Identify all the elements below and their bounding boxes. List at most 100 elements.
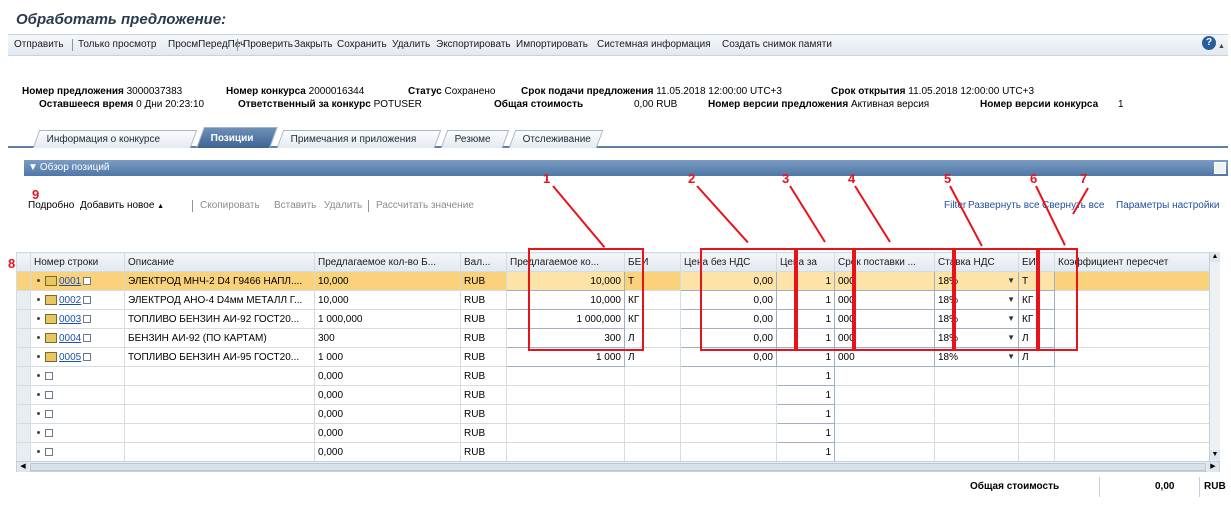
delivery-term-input[interactable] [834,385,935,405]
save-button[interactable]: Сохранить [337,35,387,55]
vat-rate-select[interactable] [934,442,1019,462]
uom-input[interactable] [1018,423,1055,443]
maximize-icon[interactable] [1214,162,1226,174]
paste-button[interactable]: Вставить [274,196,316,216]
offered-qty-input[interactable] [506,366,625,386]
row-selector[interactable] [16,309,31,329]
net-price-input[interactable] [680,404,777,424]
scroll-down-icon[interactable]: ▼ [1210,450,1220,460]
delivery-term-input[interactable] [834,442,935,462]
tab-summary[interactable]: Резюме [440,130,510,148]
row-number-cell[interactable]: 0004 [30,328,125,348]
delivery-term-input[interactable] [834,404,935,424]
export-button[interactable]: Экспортировать [436,35,511,55]
offered-qty-input[interactable] [506,385,625,405]
row-number-cell[interactable]: 0003 [30,309,125,329]
detail-icon[interactable] [45,428,53,437]
uom-input[interactable] [1018,442,1055,462]
detail-icon[interactable] [83,314,92,323]
row-selector[interactable] [16,385,31,405]
row-selector[interactable] [16,347,31,367]
net-price-input[interactable] [680,366,777,386]
view-only-button[interactable]: Только просмотр [78,35,156,55]
uom-input[interactable] [1018,385,1055,405]
row-number-cell[interactable]: 0002 [30,290,125,310]
vat-rate-select[interactable] [934,404,1019,424]
description-cell[interactable] [124,423,315,443]
row-selector[interactable] [16,423,31,443]
row-number-cell[interactable] [30,423,125,443]
row-number-cell[interactable] [30,442,125,462]
detail-icon[interactable] [83,295,92,304]
system-info-button[interactable]: Системная информация [597,35,711,55]
row-id-link[interactable]: 0002 [59,295,81,306]
row-number-cell[interactable] [30,385,125,405]
dropdown-arrow-icon[interactable]: ▼ [1007,352,1015,361]
chevron-down-icon[interactable]: ▲ [1218,43,1225,50]
price-unit-input[interactable]: 1 [776,423,835,443]
delivery-term-input[interactable] [834,366,935,386]
net-price-input[interactable] [680,423,777,443]
offered-qty-input[interactable] [506,423,625,443]
scroll-left-icon[interactable]: ◀ [17,462,29,472]
row-selector[interactable] [16,366,31,386]
delivery-term-input[interactable] [834,423,935,443]
column-header[interactable]: Описание [124,252,315,272]
import-button[interactable]: Импортировать [516,35,588,55]
vat-rate-select[interactable] [934,366,1019,386]
offered-qty-input[interactable] [506,442,625,462]
tab-tender-info[interactable]: Информация о конкурсе [32,130,198,148]
snapshot-button[interactable]: Создать снимок памяти [722,35,832,55]
column-header[interactable]: Вал... [460,252,507,272]
settings-link[interactable]: Параметры настройки [1116,196,1219,216]
table-row[interactable]: 0,000 RUB 1 [16,423,1210,443]
horizontal-scrollbar[interactable]: ◀ ▶ [16,461,1220,472]
description-cell[interactable] [124,366,315,386]
table-row[interactable]: 0,000 RUB 1 [16,366,1210,386]
vat-rate-select[interactable] [934,423,1019,443]
tab-items[interactable]: Позиции [196,127,278,148]
vertical-scrollbar[interactable]: ▲ ▼ [1209,252,1220,461]
check-button[interactable]: Проверить [243,35,293,55]
row-number-cell[interactable]: 0001 [30,271,125,291]
column-header[interactable]: Номер строки [30,252,125,272]
detail-icon[interactable] [45,409,53,418]
row-id-link[interactable]: 0004 [59,333,81,344]
vat-rate-select[interactable] [934,385,1019,405]
uom-input[interactable] [1018,404,1055,424]
detail-icon[interactable] [83,276,92,285]
delete-row-button[interactable]: Удалить [324,196,362,216]
price-unit-input[interactable]: 1 [776,385,835,405]
table-row[interactable]: 0,000 RUB 1 [16,385,1210,405]
row-number-cell[interactable] [30,366,125,386]
row-id-link[interactable]: 0003 [59,314,81,325]
add-new-button[interactable]: Добавить новое ▲ [80,196,164,217]
row-selector[interactable] [16,271,31,291]
table-row[interactable]: 0,000 RUB 1 [16,442,1210,462]
row-selector[interactable] [16,442,31,462]
price-unit-input[interactable]: 1 [776,366,835,386]
scroll-thumb[interactable] [30,463,1206,471]
row-number-cell[interactable] [30,404,125,424]
offered-qty-input[interactable] [506,404,625,424]
delete-button[interactable]: Удалить [392,35,430,55]
close-button[interactable]: Закрыть [294,35,333,55]
column-header[interactable]: Предлагаемое кол-во Б... [314,252,461,272]
calculate-button[interactable]: Рассчитать значение [376,196,474,216]
table-row[interactable]: 0,000 RUB 1 [16,404,1210,424]
row-selector[interactable] [16,290,31,310]
send-button[interactable]: Отправить [14,35,64,55]
price-unit-input[interactable]: 1 [776,404,835,424]
scroll-right-icon[interactable]: ▶ [1207,462,1219,472]
items-panel-header[interactable]: ▼ Обзор позиций [24,160,1228,176]
row-id-link[interactable]: 0005 [59,352,81,363]
copy-button[interactable]: Скопировать [200,196,260,216]
scroll-up-icon[interactable]: ▲ [1210,252,1220,262]
uom-input[interactable] [1018,366,1055,386]
description-cell[interactable] [124,404,315,424]
detail-icon[interactable] [45,447,53,456]
row-selector[interactable] [16,328,31,348]
description-cell[interactable] [124,385,315,405]
preview-button[interactable]: ПросмПередПеч [168,35,245,55]
row-number-cell[interactable]: 0005 [30,347,125,367]
